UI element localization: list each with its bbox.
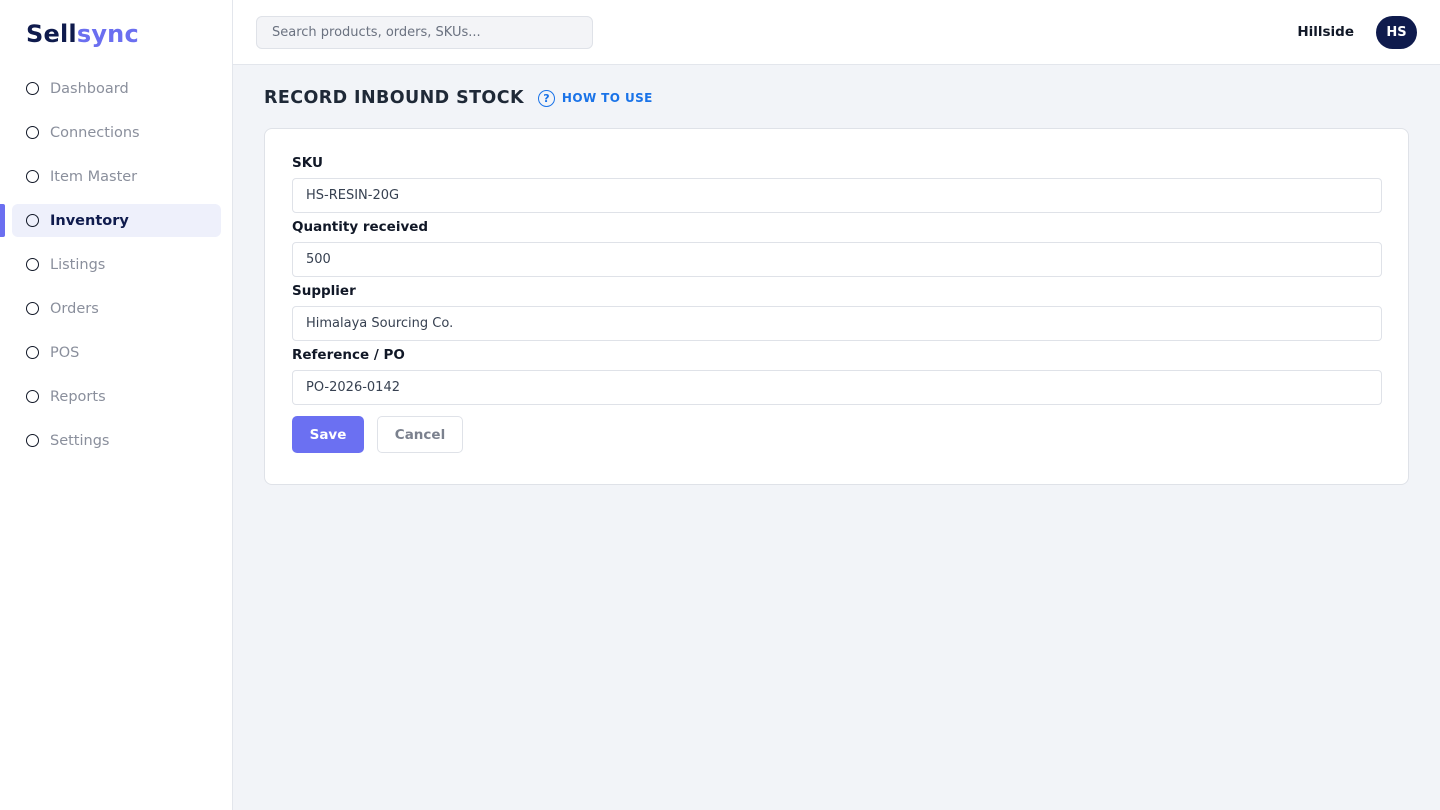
supplier-label: Supplier <box>292 283 356 299</box>
avatar[interactable]: HS <box>1376 16 1417 49</box>
sidebar-item-label: Connections <box>50 124 140 141</box>
search-input[interactable] <box>256 16 593 49</box>
sidebar-item-inventory[interactable]: Inventory <box>0 204 221 237</box>
how-to-use-label: HOW TO USE <box>561 91 653 105</box>
page-header: RECORD INBOUND STOCK ? HOW TO USE <box>264 88 653 108</box>
quantity-label: Quantity received <box>292 219 429 235</box>
sidebar-item-item-master[interactable]: Item Master <box>12 160 221 193</box>
logo-part-2: sync <box>76 20 139 48</box>
sku-input[interactable] <box>292 178 1382 213</box>
inbound-stock-form: SKU Quantity received Supplier Reference… <box>264 128 1409 485</box>
quantity-field-group: Quantity received <box>292 219 1382 277</box>
circle-icon <box>26 126 39 139</box>
sidebar-item-label: Dashboard <box>50 80 129 97</box>
sidebar-item-connections[interactable]: Connections <box>12 116 221 149</box>
circle-icon <box>26 258 39 271</box>
sidebar-item-label: Reports <box>50 388 106 405</box>
supplier-field-group: Supplier <box>292 283 1382 341</box>
app-logo[interactable]: Sellsync <box>26 20 139 48</box>
sidebar: Sellsync Dashboard Connections Item Mast… <box>0 0 233 810</box>
page-title: RECORD INBOUND STOCK <box>264 88 524 108</box>
sidebar-item-listings[interactable]: Listings <box>12 248 221 281</box>
top-bar: Hillside HS <box>233 0 1440 65</box>
sidebar-item-label: Orders <box>50 300 99 317</box>
org-name: Hillside <box>1297 24 1354 40</box>
reference-label: Reference / PO <box>292 347 405 363</box>
supplier-input[interactable] <box>292 306 1382 341</box>
sidebar-item-pos[interactable]: POS <box>12 336 221 369</box>
sidebar-item-reports[interactable]: Reports <box>12 380 221 413</box>
sidebar-item-dashboard[interactable]: Dashboard <box>12 72 221 105</box>
circle-icon <box>26 434 39 447</box>
logo-part-1: Sell <box>26 20 77 48</box>
sidebar-item-label: Item Master <box>50 168 138 185</box>
sidebar-item-orders[interactable]: Orders <box>12 292 221 325</box>
circle-icon <box>26 214 39 227</box>
sidebar-item-label: POS <box>50 344 80 361</box>
circle-icon <box>26 302 39 315</box>
sku-field-group: SKU <box>292 155 1382 213</box>
sidebar-item-label: Settings <box>50 432 110 449</box>
sku-label: SKU <box>292 155 323 171</box>
circle-icon <box>26 170 39 183</box>
circle-icon <box>26 82 39 95</box>
cancel-button[interactable]: Cancel <box>377 416 463 453</box>
circle-icon <box>26 346 39 359</box>
sidebar-item-settings[interactable]: Settings <box>12 424 221 457</box>
reference-input[interactable] <box>292 370 1382 405</box>
sidebar-nav: Dashboard Connections Item Master Invent… <box>0 72 233 468</box>
question-circle-icon: ? <box>537 89 555 107</box>
sidebar-item-label: Inventory <box>50 212 129 229</box>
circle-icon <box>26 390 39 403</box>
reference-field-group: Reference / PO <box>292 347 1382 405</box>
save-button[interactable]: Save <box>292 416 364 453</box>
how-to-use-link[interactable]: ? HOW TO USE <box>537 89 653 107</box>
quantity-input[interactable] <box>292 242 1382 277</box>
sidebar-item-label: Listings <box>50 256 106 273</box>
